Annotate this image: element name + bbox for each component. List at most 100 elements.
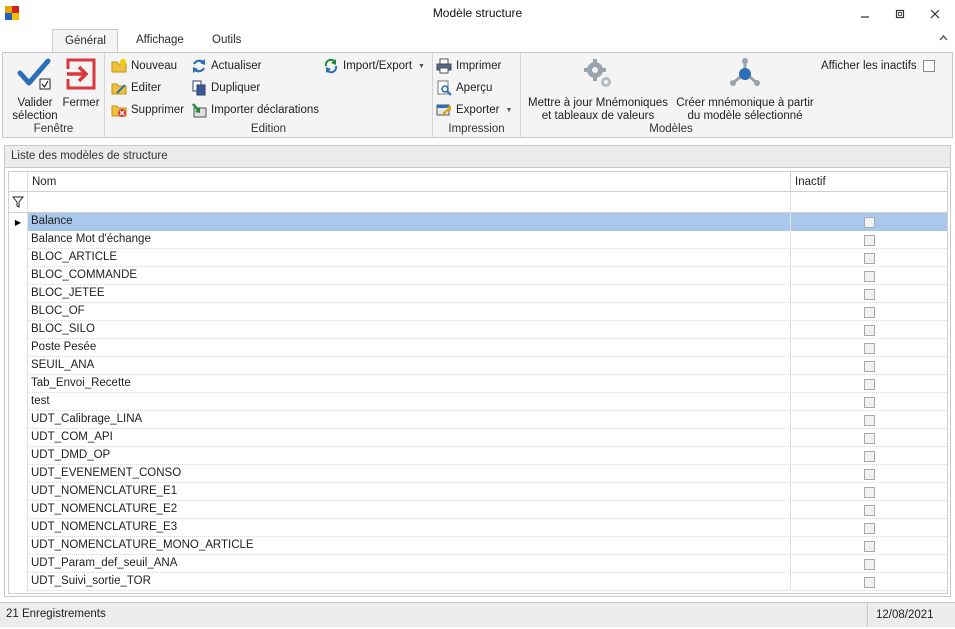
cell-nom[interactable]: test <box>28 393 791 411</box>
table-row[interactable]: Balance Mot d'échange <box>9 231 947 249</box>
tab-outils[interactable]: Outils <box>200 29 253 53</box>
cell-nom[interactable]: BLOC_JETEE <box>28 285 791 303</box>
inactif-checkbox[interactable] <box>863 234 875 246</box>
row-indicator[interactable] <box>9 537 28 555</box>
table-row[interactable]: Tab_Envoi_Recette <box>9 375 947 393</box>
table-row[interactable]: test <box>9 393 947 411</box>
inactif-checkbox[interactable] <box>863 432 875 444</box>
inactif-checkbox[interactable] <box>863 324 875 336</box>
filter-icon[interactable] <box>9 192 28 212</box>
collapse-ribbon-icon[interactable] <box>939 33 948 44</box>
maximize-button[interactable] <box>883 0 917 27</box>
inactif-checkbox[interactable] <box>863 306 875 318</box>
dupliquer-button[interactable]: Dupliquer <box>191 78 260 98</box>
inactif-checkbox[interactable] <box>863 378 875 390</box>
inactif-checkbox[interactable] <box>863 558 875 570</box>
inactif-checkbox[interactable] <box>863 360 875 372</box>
cell-nom[interactable]: UDT_COM_API <box>28 429 791 447</box>
afficher-inactifs-toggle[interactable]: Afficher les inactifs <box>821 56 935 76</box>
cell-nom[interactable]: Tab_Envoi_Recette <box>28 375 791 393</box>
inactif-checkbox[interactable] <box>863 270 875 282</box>
inactif-checkbox[interactable] <box>863 576 875 588</box>
table-row[interactable]: UDT_NOMENCLATURE_E3 <box>9 519 947 537</box>
row-indicator[interactable] <box>9 483 28 501</box>
table-row[interactable]: UDT_NOMENCLATURE_MONO_ARTICLE <box>9 537 947 555</box>
models-grid[interactable]: Nom Inactif ▶ Balance Balance Mot d'échang… <box>8 171 948 594</box>
imprimer-button[interactable]: Imprimer <box>436 56 501 76</box>
row-indicator[interactable] <box>9 375 28 393</box>
column-header-nom[interactable]: Nom <box>28 172 791 192</box>
row-indicator[interactable] <box>9 285 28 303</box>
creer-mnemonique-button[interactable]: Créer mnémonique à partir du modèle séle… <box>671 57 819 123</box>
row-indicator[interactable] <box>9 231 28 249</box>
apercu-button[interactable]: Aperçu <box>436 78 492 98</box>
current-row-indicator-icon[interactable]: ▶ <box>9 213 28 231</box>
table-row[interactable]: Poste Pesée <box>9 339 947 357</box>
table-row[interactable]: BLOC_COMMANDE <box>9 267 947 285</box>
inactif-checkbox[interactable] <box>863 522 875 534</box>
editer-button[interactable]: Editer <box>111 78 161 98</box>
table-row[interactable]: BLOC_JETEE <box>9 285 947 303</box>
tab-affichage[interactable]: Affichage <box>124 29 196 53</box>
inactif-checkbox[interactable] <box>863 252 875 264</box>
minimize-button[interactable] <box>848 0 882 27</box>
table-row[interactable]: UDT_EVENEMENT_CONSO <box>9 465 947 483</box>
fermer-button[interactable]: Fermer <box>59 57 103 110</box>
inactif-checkbox[interactable] <box>863 216 875 228</box>
exporter-button[interactable]: Exporter ▼ <box>436 100 512 120</box>
cell-nom[interactable]: UDT_NOMENCLATURE_E3 <box>28 519 791 537</box>
inactif-checkbox[interactable] <box>863 342 875 354</box>
row-indicator[interactable] <box>9 555 28 573</box>
row-indicator[interactable] <box>9 447 28 465</box>
tab-general[interactable]: Général <box>52 29 118 53</box>
cell-nom[interactable]: UDT_NOMENCLATURE_MONO_ARTICLE <box>28 537 791 555</box>
cell-nom[interactable]: BLOC_COMMANDE <box>28 267 791 285</box>
table-row[interactable]: UDT_DMD_OP <box>9 447 947 465</box>
table-row[interactable]: UDT_NOMENCLATURE_E2 <box>9 501 947 519</box>
inactif-checkbox[interactable] <box>863 414 875 426</box>
row-indicator[interactable] <box>9 339 28 357</box>
row-indicator[interactable] <box>9 249 28 267</box>
row-indicator[interactable] <box>9 573 28 591</box>
mettre-a-jour-mnemoniques-button[interactable]: Mettre à jour Mnémoniques et tableaux de… <box>523 57 673 123</box>
table-row[interactable]: UDT_NOMENCLATURE_E1 <box>9 483 947 501</box>
cell-nom[interactable]: UDT_NOMENCLATURE_E2 <box>28 501 791 519</box>
row-indicator[interactable] <box>9 519 28 537</box>
inactif-checkbox[interactable] <box>863 486 875 498</box>
cell-nom[interactable]: BLOC_OF <box>28 303 791 321</box>
cell-nom[interactable]: UDT_Suivi_sortie_TOR <box>28 573 791 591</box>
cell-nom[interactable]: SEUIL_ANA <box>28 357 791 375</box>
row-indicator[interactable] <box>9 357 28 375</box>
inactif-checkbox[interactable] <box>863 288 875 300</box>
nouveau-button[interactable]: Nouveau <box>111 56 177 76</box>
table-row[interactable]: BLOC_OF <box>9 303 947 321</box>
actualiser-button[interactable]: Actualiser <box>191 56 262 76</box>
row-indicator[interactable] <box>9 321 28 339</box>
cell-nom[interactable]: BLOC_ARTICLE <box>28 249 791 267</box>
close-button[interactable] <box>918 0 952 27</box>
inactif-checkbox[interactable] <box>863 396 875 408</box>
cell-nom[interactable]: UDT_Calibrage_LINA <box>28 411 791 429</box>
row-indicator[interactable] <box>9 393 28 411</box>
inactif-checkbox[interactable] <box>863 450 875 462</box>
table-row[interactable]: BLOC_ARTICLE <box>9 249 947 267</box>
supprimer-button[interactable]: Supprimer <box>111 100 184 120</box>
cell-nom[interactable]: Balance <box>28 213 791 231</box>
row-indicator[interactable] <box>9 267 28 285</box>
cell-nom[interactable]: UDT_DMD_OP <box>28 447 791 465</box>
afficher-inactifs-checkbox[interactable] <box>922 60 935 72</box>
column-header-inactif[interactable]: Inactif <box>791 172 947 192</box>
row-indicator[interactable] <box>9 465 28 483</box>
table-row[interactable]: SEUIL_ANA <box>9 357 947 375</box>
importer-declarations-button[interactable]: Importer déclarations <box>191 100 319 120</box>
cell-nom[interactable]: UDT_NOMENCLATURE_E1 <box>28 483 791 501</box>
table-row[interactable]: UDT_Suivi_sortie_TOR <box>9 573 947 591</box>
cell-nom[interactable]: Poste Pesée <box>28 339 791 357</box>
cell-nom[interactable]: BLOC_SILO <box>28 321 791 339</box>
filter-input-nom[interactable] <box>28 192 791 212</box>
row-indicator[interactable] <box>9 411 28 429</box>
import-export-button[interactable]: Import/Export ▼ <box>323 56 425 76</box>
table-row[interactable]: ▶ Balance <box>9 213 947 231</box>
table-row[interactable]: UDT_Calibrage_LINA <box>9 411 947 429</box>
cell-nom[interactable]: Balance Mot d'échange <box>28 231 791 249</box>
